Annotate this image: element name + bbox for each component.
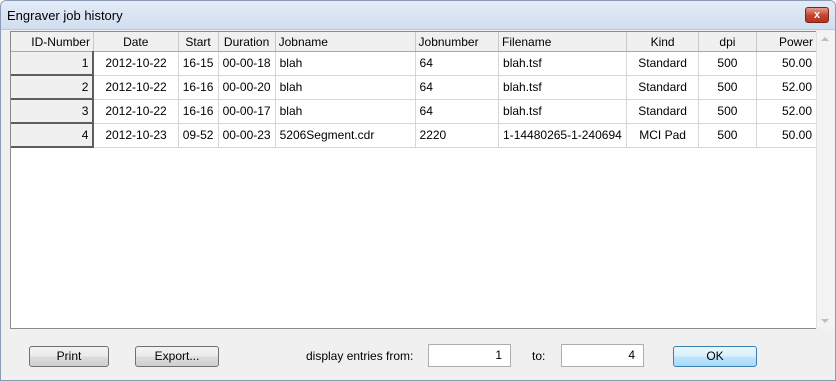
column-header-power[interactable]: Power xyxy=(756,32,817,52)
cell-duration: 00-00-23 xyxy=(218,123,276,148)
cell-power: 52.00 xyxy=(756,75,817,100)
cell-filename: 1-14480265-1-240694 xyxy=(498,123,627,148)
range-to-field[interactable]: 4 xyxy=(561,344,644,367)
column-header-duration[interactable]: Duration xyxy=(218,32,276,52)
scroll-down-icon[interactable] xyxy=(821,319,829,323)
column-header-id-number[interactable]: ID-Number xyxy=(11,32,94,52)
cell-start: 16-16 xyxy=(178,99,219,124)
column-header-jobnumber[interactable]: Jobnumber xyxy=(415,32,500,52)
header-row: ID-Number Date Start Duration Jobname Jo… xyxy=(11,32,817,52)
cell-jobname: blah xyxy=(275,75,416,100)
cell-dpi: 500 xyxy=(698,75,757,100)
range-to-label: to: xyxy=(532,349,546,363)
cell-dpi: 500 xyxy=(698,99,757,124)
cell-id-number: 2 xyxy=(11,74,95,100)
table-row[interactable]: 1 2012-10-22 16-15 00-00-18 blah 64 blah… xyxy=(11,51,817,76)
cell-jobnumber: 64 xyxy=(415,75,500,100)
export-button[interactable]: Export... xyxy=(135,346,219,367)
table-row[interactable]: 2 2012-10-22 16-16 00-00-20 blah 64 blah… xyxy=(11,74,817,100)
cell-jobname: blah xyxy=(275,51,416,76)
column-header-start[interactable]: Start xyxy=(178,32,219,52)
cell-filename: blah.tsf xyxy=(498,75,627,100)
range-from-label: display entries from: xyxy=(306,349,414,363)
cell-id-number: 4 xyxy=(11,122,95,148)
cell-jobname: blah xyxy=(275,99,416,124)
cell-date: 2012-10-23 xyxy=(93,123,179,148)
cell-start: 16-16 xyxy=(178,75,219,100)
cell-date: 2012-10-22 xyxy=(93,99,179,124)
cell-duration: 00-00-18 xyxy=(218,51,276,76)
cell-kind: MCI Pad xyxy=(626,123,700,148)
cell-power: 50.00 xyxy=(756,123,817,148)
cell-power: 52.00 xyxy=(756,99,817,124)
vertical-scrollbar[interactable] xyxy=(816,31,834,329)
column-header-dpi[interactable]: dpi xyxy=(698,32,757,52)
column-header-date[interactable]: Date xyxy=(93,32,179,52)
cell-jobnumber: 64 xyxy=(415,51,500,76)
cell-filename: blah.tsf xyxy=(498,51,627,76)
cell-kind: Standard xyxy=(626,75,700,100)
cell-jobnumber: 64 xyxy=(415,99,500,124)
cell-start: 16-15 xyxy=(178,51,219,76)
cell-power: 50.00 xyxy=(756,51,817,76)
scroll-up-icon[interactable] xyxy=(821,37,829,41)
cell-kind: Standard xyxy=(626,51,700,76)
cell-jobname: 5206Segment.cdr xyxy=(275,123,416,148)
cell-jobnumber: 2220 xyxy=(415,123,500,148)
title-bar[interactable]: Engraver job history x xyxy=(1,1,835,30)
cell-start: 09-52 xyxy=(178,123,219,148)
cell-id-number: 3 xyxy=(11,98,95,124)
cell-duration: 00-00-20 xyxy=(218,75,276,100)
cell-date: 2012-10-22 xyxy=(93,75,179,100)
job-history-table[interactable]: ID-Number Date Start Duration Jobname Jo… xyxy=(10,31,818,329)
range-from-field[interactable]: 1 xyxy=(428,344,511,367)
table-row[interactable]: 3 2012-10-22 16-16 00-00-17 blah 64 blah… xyxy=(11,98,817,124)
job-history-dialog: Engraver job history x ID-Number Date St… xyxy=(0,0,836,381)
window-title: Engraver job history xyxy=(7,8,123,23)
cell-duration: 00-00-17 xyxy=(218,99,276,124)
cell-dpi: 500 xyxy=(698,123,757,148)
close-icon: x xyxy=(813,9,821,21)
cell-dpi: 500 xyxy=(698,51,757,76)
column-header-kind[interactable]: Kind xyxy=(626,32,700,52)
cell-filename: blah.tsf xyxy=(498,99,627,124)
cell-kind: Standard xyxy=(626,99,700,124)
print-button[interactable]: Print xyxy=(29,346,109,367)
column-header-filename[interactable]: Filename xyxy=(498,32,627,52)
column-header-jobname[interactable]: Jobname xyxy=(275,32,416,52)
cell-date: 2012-10-22 xyxy=(93,51,179,76)
cell-id-number: 1 xyxy=(11,51,95,76)
close-button[interactable]: x xyxy=(805,7,829,23)
ok-button[interactable]: OK xyxy=(673,346,757,367)
table-row[interactable]: 4 2012-10-23 09-52 00-00-23 5206Segment.… xyxy=(11,122,817,148)
